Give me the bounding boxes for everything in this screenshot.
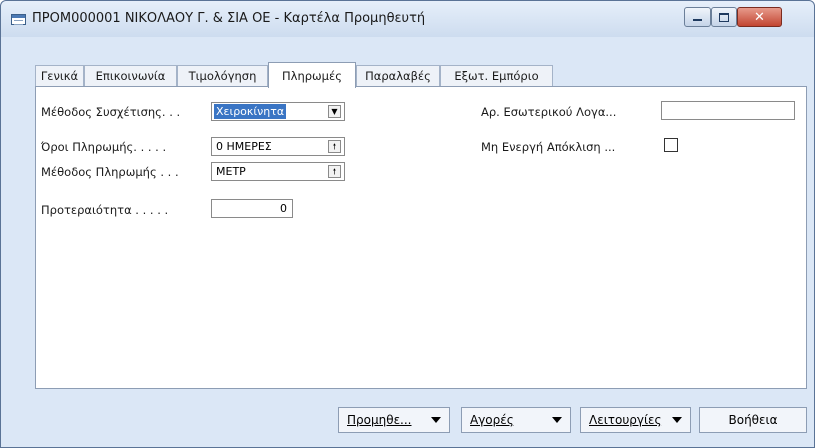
supplier-menu-button[interactable]: Προμηθε... [338,407,450,433]
tab-invoicing[interactable]: Τιμολόγηση [177,65,268,87]
tab-general[interactable]: Γενικά [35,65,84,87]
tab-communication[interactable]: Επικοινωνία [84,65,177,87]
payment-method-field[interactable]: ΜΕΤΡ 🠕 [211,162,345,181]
matching-method-label: Μέθοδος Συσχέτισης. . . [41,105,181,119]
payments-panel [35,86,807,389]
tab-receipts[interactable]: Παραλαβές [356,65,440,87]
title-bar[interactable]: ΠΡΟΜ000001 ΝΙΚΟΛΑΟΥ Γ. & ΣΙΑ ΟΕ - Καρτέλ… [1,1,814,37]
purchases-menu-label: Αγορές [470,413,514,427]
chevron-down-icon [672,417,682,423]
supplier-menu-label: Προμηθε... [347,413,412,427]
priority-field[interactable]: 0 [211,199,293,218]
payment-method-value: ΜΕΤΡ [216,165,246,178]
minimize-button[interactable] [684,7,711,27]
payment-method-label: Μέθοδος Πληρωμής . . . [41,165,179,179]
window-title: ΠΡΟΜ000001 ΝΙΚΟΛΑΟΥ Γ. & ΣΙΑ ΟΕ - Καρτέλ… [32,11,426,26]
dropdown-arrow-icon[interactable]: ▼ [328,105,341,118]
internal-account-field[interactable] [661,101,795,120]
maximize-button[interactable] [711,7,737,27]
matching-method-select[interactable]: Χειροκίνητα ▼ [211,102,345,121]
tab-foreign-trade[interactable]: Εξωτ. Εμπόριο [440,65,553,87]
form-icon [11,14,26,25]
chevron-down-icon [552,417,562,423]
matching-method-value: Χειροκίνητα [214,104,287,119]
tab-payments[interactable]: Πληρωμές [268,62,356,88]
payment-terms-label: Όροι Πληρωμής. . . . . [41,140,167,154]
priority-value: 0 [280,202,287,215]
help-button[interactable]: Βοήθεια [699,407,807,433]
priority-label: Προτεραιότητα . . . . . [41,203,169,217]
functions-menu-label: Λειτουργίες [589,413,662,427]
close-button[interactable]: ✕ [737,7,782,27]
payment-terms-field[interactable]: 0 ΗΜΕΡΕΣ 🠕 [211,137,345,156]
inactive-deviation-checkbox[interactable] [664,138,678,152]
lookup-arrow-icon[interactable]: 🠕 [328,140,341,153]
help-label: Βοήθεια [728,413,778,427]
maximize-icon [719,12,729,22]
chevron-down-icon [431,417,441,423]
purchases-menu-button[interactable]: Αγορές [461,407,571,433]
functions-menu-button[interactable]: Λειτουργίες [580,407,691,433]
internal-account-label: Αρ. Εσωτερικού Λογα... [481,105,617,119]
payment-terms-value: 0 ΗΜΕΡΕΣ [216,140,272,153]
supplier-card-window: ΠΡΟΜ000001 ΝΙΚΟΛΑΟΥ Γ. & ΣΙΑ ΟΕ - Καρτέλ… [0,0,815,448]
minimize-icon [693,19,702,21]
lookup-arrow-icon[interactable]: 🠕 [328,165,341,178]
inactive-deviation-label: Μη Ενεργή Απόκλιση ... [481,140,616,154]
close-icon: ✕ [754,9,765,25]
